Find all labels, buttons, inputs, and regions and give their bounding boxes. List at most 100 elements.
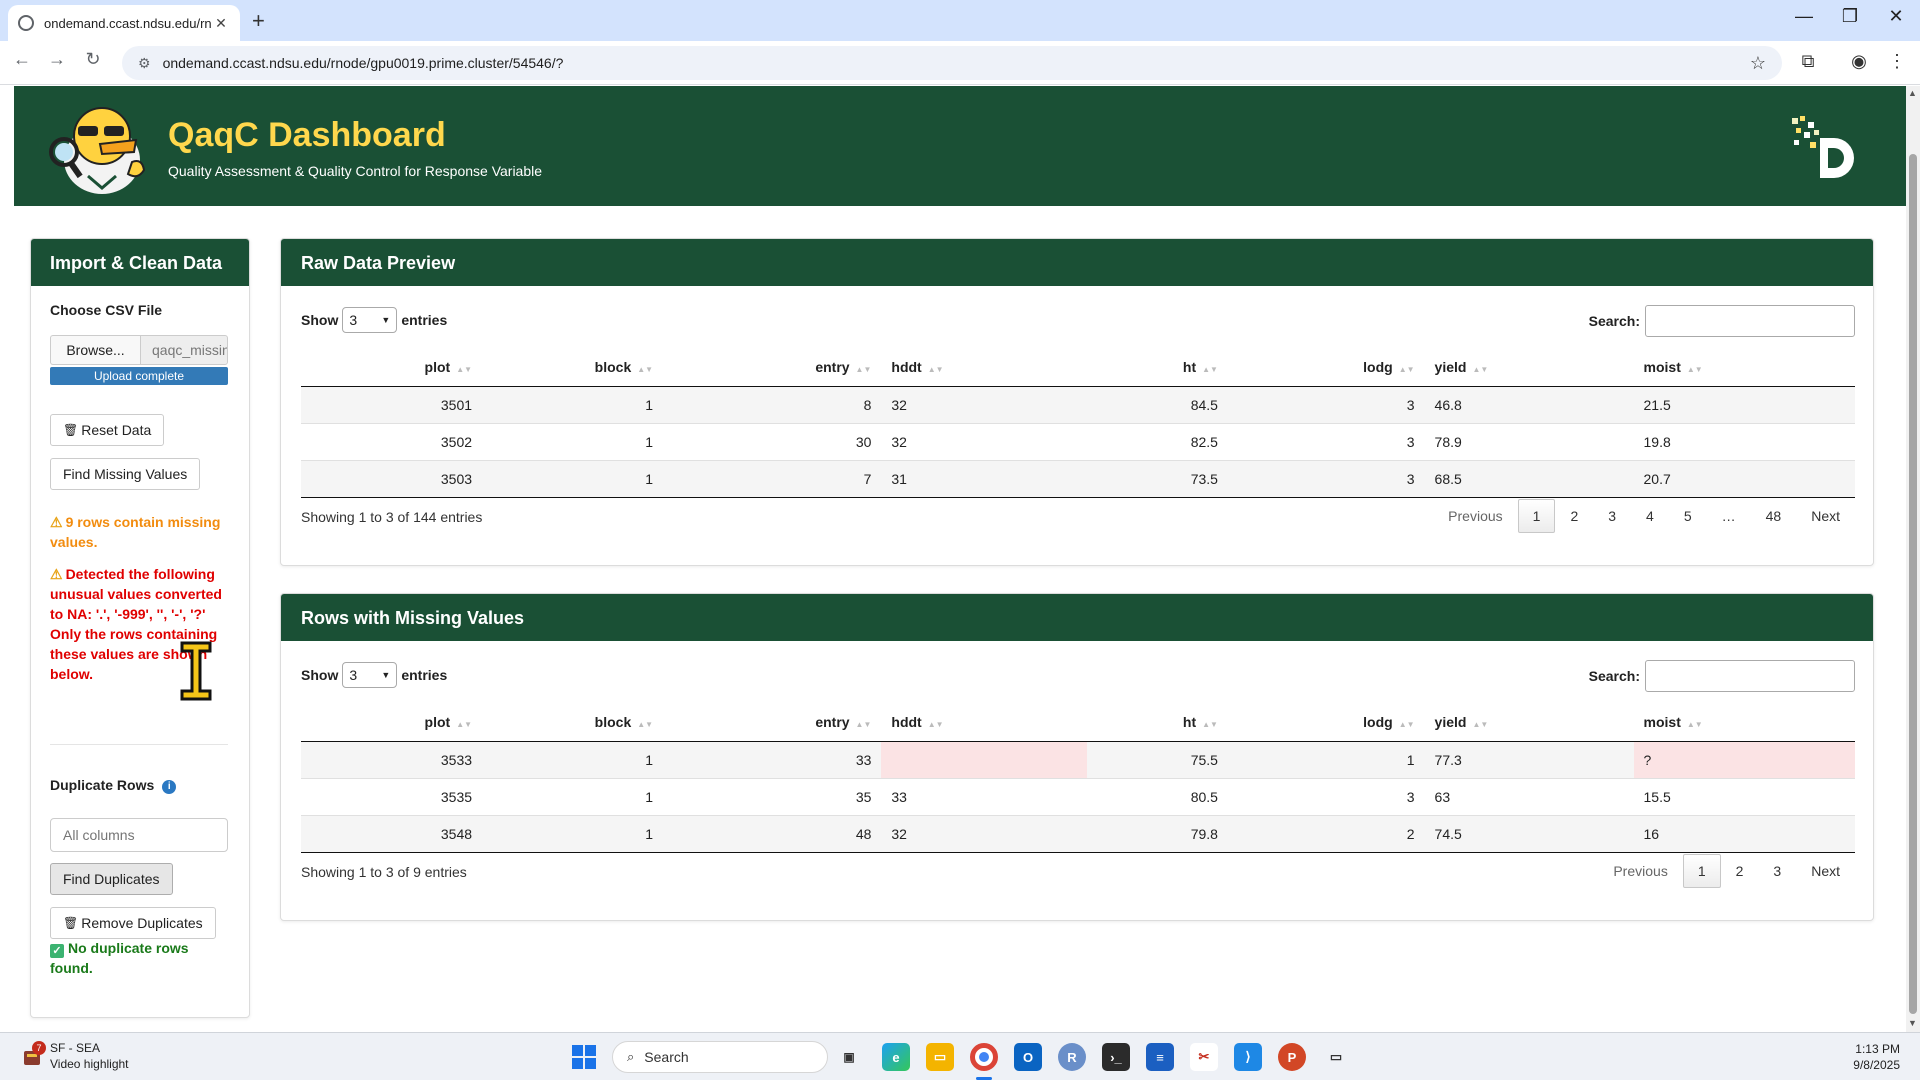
tab-title: ondemand.ccast.ndsu.edu/rnod bbox=[44, 15, 212, 31]
clock-time: 1:13 PM bbox=[1855, 1042, 1900, 1056]
table-row[interactable]: 3502 1 30 32 82.5 3 78.9 19.8 bbox=[301, 423, 1855, 461]
site-info-icon[interactable]: ⚙ bbox=[138, 55, 151, 72]
table-row[interactable]: 3535 1 35 33 80.5 3 63 15.5 bbox=[301, 778, 1855, 816]
reload-icon[interactable]: ↻ bbox=[80, 49, 106, 70]
column-header-label: yield bbox=[1434, 713, 1467, 730]
menu-icon[interactable]: ⋮ bbox=[1885, 51, 1909, 72]
column-header-entry[interactable]: entry ▲▼ bbox=[663, 348, 882, 387]
chrome-icon[interactable] bbox=[970, 1043, 998, 1071]
notepad-icon[interactable]: ≡ bbox=[1146, 1043, 1174, 1071]
column-header-lodg[interactable]: lodg ▲▼ bbox=[1227, 703, 1425, 742]
find-missing-button[interactable]: Find Missing Values bbox=[50, 458, 201, 490]
close-tab-icon[interactable]: ✕ bbox=[212, 15, 230, 32]
file-input: Browse... qaqc_missing.csv bbox=[50, 335, 228, 365]
info-icon[interactable]: i bbox=[162, 780, 177, 794]
table-row[interactable]: 3501 1 8 32 84.5 3 46.8 21.5 bbox=[301, 386, 1855, 424]
table-cell-block: 1 bbox=[482, 815, 664, 853]
r-app-icon[interactable]: R bbox=[1058, 1043, 1086, 1071]
profile-icon[interactable]: ◉ bbox=[1847, 51, 1871, 72]
column-header-yield[interactable]: yield ▲▼ bbox=[1424, 348, 1634, 387]
column-header-moist[interactable]: moist ▲▼ bbox=[1633, 703, 1855, 742]
edge-icon[interactable]: e bbox=[882, 1043, 910, 1071]
close-window-icon[interactable]: ✕ bbox=[1876, 6, 1916, 27]
outlook-icon[interactable]: O bbox=[1014, 1043, 1042, 1071]
pagination-next-button[interactable]: Next bbox=[1796, 854, 1855, 888]
table-cell-moist: 19.8 bbox=[1633, 423, 1855, 461]
scroll-up-icon[interactable]: ▲ bbox=[1908, 88, 1917, 98]
pagination-page-2[interactable]: 2 bbox=[1555, 499, 1593, 533]
file-explorer-icon[interactable]: ▭ bbox=[926, 1043, 954, 1071]
table-cell-lodg: 1 bbox=[1227, 741, 1425, 779]
forward-icon[interactable]: → bbox=[44, 49, 70, 70]
remove-duplicates-button[interactable]: 🗑 Remove Duplicates bbox=[50, 907, 216, 939]
address-url[interactable]: ondemand.ccast.ndsu.edu/rnode/gpu0019.pr… bbox=[163, 55, 1750, 71]
column-header-block[interactable]: block ▲▼ bbox=[482, 703, 664, 742]
terminal-icon[interactable]: ›_ bbox=[1102, 1043, 1130, 1071]
column-header-moist[interactable]: moist ▲▼ bbox=[1633, 348, 1855, 387]
table-row[interactable]: 3533 1 33 75.5 1 77.3? bbox=[301, 741, 1855, 779]
missing-length-select[interactable]: 3 ▼ bbox=[342, 662, 398, 688]
raw-search-input[interactable] bbox=[1645, 305, 1855, 337]
file-name-field[interactable]: qaqc_missing.csv bbox=[140, 335, 228, 365]
column-header-plot[interactable]: plot ▲▼ bbox=[301, 703, 483, 742]
taskbar-clock[interactable]: 1:13 PM 9/8/2025 bbox=[1830, 1041, 1900, 1073]
missing-rows-table: plot ▲▼ block ▲▼ entry ▲▼ hddt ▲▼ ht ▲▼ lodg ▲▼ yiel… bbox=[301, 703, 1855, 853]
column-header-block[interactable]: block ▲▼ bbox=[482, 348, 664, 387]
find-duplicates-button[interactable]: Find Duplicates bbox=[50, 863, 173, 895]
scrollbar-thumb[interactable] bbox=[1909, 154, 1917, 1014]
pagination-previous-button[interactable]: Previous bbox=[1433, 499, 1517, 533]
bookmark-star-icon[interactable]: ☆ bbox=[1750, 53, 1766, 74]
column-header-ht[interactable]: ht ▲▼ bbox=[1087, 348, 1228, 387]
pagination-page-48[interactable]: 48 bbox=[1751, 499, 1797, 533]
pagination-page-3[interactable]: 3 bbox=[1593, 499, 1631, 533]
column-header-yield[interactable]: yield ▲▼ bbox=[1424, 703, 1634, 742]
page-scrollbar[interactable]: ▲ ▼ bbox=[1906, 86, 1920, 1032]
column-header-ht[interactable]: ht ▲▼ bbox=[1087, 703, 1228, 742]
pagination-page-3[interactable]: 3 bbox=[1758, 854, 1796, 888]
table-cell-ht: 75.5 bbox=[1087, 741, 1228, 779]
windows-start-icon[interactable] bbox=[572, 1045, 596, 1069]
vscode-icon[interactable]: ⟩ bbox=[1234, 1043, 1262, 1071]
scroll-down-icon[interactable]: ▼ bbox=[1908, 1018, 1917, 1028]
column-header-label: hddt bbox=[891, 358, 922, 375]
pagination-page-5[interactable]: 5 bbox=[1669, 499, 1707, 533]
pagination-page-4[interactable]: 4 bbox=[1631, 499, 1669, 533]
browser-tab[interactable]: ondemand.ccast.ndsu.edu/rnod ✕ bbox=[8, 5, 240, 41]
column-header-label: lodg bbox=[1363, 713, 1393, 730]
minimize-icon[interactable]: — bbox=[1784, 6, 1824, 27]
browse-button[interactable]: Browse... bbox=[50, 335, 140, 365]
table-row[interactable]: 3548 1 48 32 79.8 2 74.5 16 bbox=[301, 815, 1855, 853]
column-header-plot[interactable]: plot ▲▼ bbox=[301, 348, 483, 387]
widgets-icon[interactable]: ▣ bbox=[835, 1043, 863, 1071]
pagination-page-1[interactable]: 1 bbox=[1517, 499, 1556, 533]
weather-title: SF - SEA bbox=[50, 1041, 101, 1055]
column-header-hddt[interactable]: hddt ▲▼ bbox=[881, 348, 1088, 387]
remote-desktop-icon[interactable]: ▭ bbox=[1322, 1043, 1350, 1071]
find-missing-label: Find Missing Values bbox=[63, 466, 188, 482]
address-bar[interactable]: ⚙ ondemand.ccast.ndsu.edu/rnode/gpu0019.… bbox=[122, 46, 1782, 80]
column-header-entry[interactable]: entry ▲▼ bbox=[663, 703, 882, 742]
column-header-lodg[interactable]: lodg ▲▼ bbox=[1227, 348, 1425, 387]
missing-search-input[interactable] bbox=[1645, 660, 1855, 692]
table-row[interactable]: 3503 1 7 31 73.5 3 68.5 20.7 bbox=[301, 460, 1855, 498]
sidebar-divider bbox=[50, 744, 228, 745]
pagination-page-1[interactable]: 1 bbox=[1682, 854, 1721, 888]
column-header-label: hddt bbox=[891, 713, 922, 730]
restore-icon[interactable]: ❐ bbox=[1830, 6, 1870, 27]
table-cell-block: 1 bbox=[482, 778, 664, 816]
reset-data-button[interactable]: 🗑 Reset Data bbox=[50, 414, 165, 446]
weather-widget[interactable]: 7 SF - SEA Video highlight bbox=[22, 1040, 129, 1072]
pagination-page-2[interactable]: 2 bbox=[1721, 854, 1759, 888]
powerpoint-icon[interactable]: P bbox=[1278, 1043, 1306, 1071]
pagination-next-button[interactable]: Next bbox=[1796, 499, 1855, 533]
column-header-hddt[interactable]: hddt ▲▼ bbox=[881, 703, 1088, 742]
missing-warning: ⚠ 9 rows contain missing values. bbox=[50, 512, 235, 552]
pagination-previous-button[interactable]: Previous bbox=[1598, 854, 1682, 888]
snipping-tool-icon[interactable]: ✂ bbox=[1190, 1043, 1218, 1071]
taskbar-search[interactable]: ⌕ Search bbox=[612, 1041, 828, 1073]
back-icon[interactable]: ← bbox=[9, 49, 35, 70]
raw-length-select[interactable]: 3 ▼ bbox=[342, 307, 398, 333]
tab-search-icon[interactable]: ⧉ bbox=[1796, 51, 1820, 72]
new-tab-icon[interactable]: + bbox=[252, 8, 265, 34]
duplicate-columns-select[interactable] bbox=[50, 818, 228, 852]
